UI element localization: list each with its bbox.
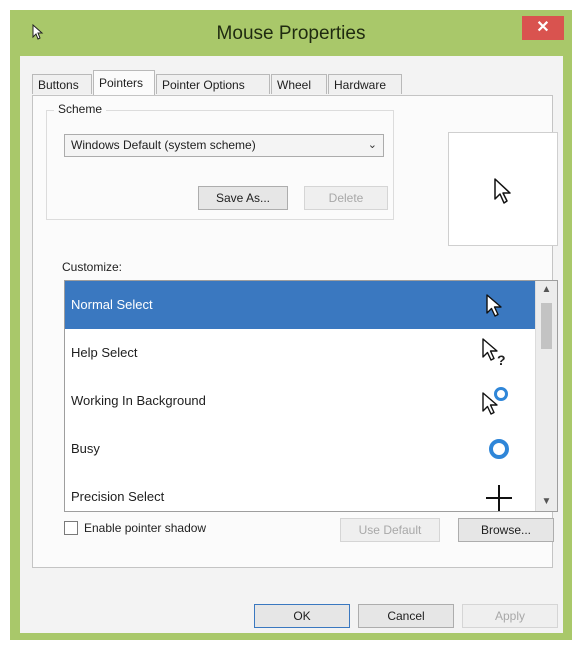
tab-buttons[interactable]: Buttons <box>32 74 92 94</box>
apply-button[interactable]: Apply <box>462 604 558 628</box>
title-bar[interactable]: Mouse Properties ✕ <box>10 10 572 56</box>
use-default-button[interactable]: Use Default <box>340 518 440 542</box>
list-item-working-in-background[interactable]: Working In Background <box>65 377 535 425</box>
list-item-normal-select[interactable]: Normal Select <box>65 281 535 329</box>
mouse-properties-window: Mouse Properties ✕ Buttons Pointers Poin… <box>10 10 572 640</box>
tab-pointer-options[interactable]: Pointer Options <box>156 74 270 94</box>
crosshair-cursor-icon <box>486 485 512 511</box>
window-title: Mouse Properties <box>216 23 366 44</box>
scroll-thumb[interactable] <box>541 303 552 349</box>
scroll-down-icon[interactable]: ▼ <box>536 493 557 511</box>
list-item-label: Precision Select <box>71 489 165 504</box>
tab-pointers[interactable]: Pointers <box>93 70 155 95</box>
close-button[interactable]: ✕ <box>522 16 564 40</box>
cursor-preview <box>448 132 558 246</box>
browse-button[interactable]: Browse... <box>458 518 554 542</box>
delete-button[interactable]: Delete <box>304 186 388 210</box>
close-icon: ✕ <box>536 19 550 36</box>
list-item-precision-select[interactable]: Precision Select <box>65 473 535 511</box>
cursor-list[interactable]: Normal Select Help Select ? Working In B… <box>64 280 558 512</box>
list-item-label: Normal Select <box>71 297 153 312</box>
list-item-label: Working In Background <box>71 393 206 408</box>
working-cursor-icon <box>482 387 508 415</box>
scheme-label: Scheme <box>54 102 107 116</box>
arrow-cursor-icon <box>494 178 511 204</box>
pointer-shadow-label: Enable pointer shadow <box>84 521 207 535</box>
dialog-client-area: Buttons Pointers Pointer Options Wheel H… <box>20 56 563 633</box>
list-item-help-select[interactable]: Help Select ? <box>65 329 535 377</box>
list-item-label: Busy <box>71 441 100 456</box>
list-item-label: Help Select <box>71 345 138 360</box>
tab-wheel[interactable]: Wheel <box>271 74 327 94</box>
cancel-button[interactable]: Cancel <box>358 604 454 628</box>
customize-label: Customize: <box>62 260 123 274</box>
tab-hardware[interactable]: Hardware <box>328 74 402 94</box>
save-as-button[interactable]: Save As... <box>198 186 288 210</box>
scroll-up-icon[interactable]: ▲ <box>536 281 557 299</box>
chevron-down-icon: ⌄ <box>367 139 377 151</box>
arrow-cursor-icon <box>486 294 502 317</box>
busy-cursor-icon <box>489 439 509 459</box>
scheme-dropdown[interactable]: Windows Default (system scheme) ⌄ <box>64 134 384 157</box>
pointer-shadow-checkbox[interactable] <box>64 521 78 535</box>
ok-button[interactable]: OK <box>254 604 350 628</box>
svg-text:?: ? <box>497 352 506 368</box>
help-cursor-icon: ? <box>482 338 506 368</box>
scheme-selected-value: Windows Default (system scheme) <box>71 138 256 152</box>
list-item-busy[interactable]: Busy <box>65 425 535 473</box>
list-scrollbar[interactable]: ▲ ▼ <box>535 281 557 511</box>
